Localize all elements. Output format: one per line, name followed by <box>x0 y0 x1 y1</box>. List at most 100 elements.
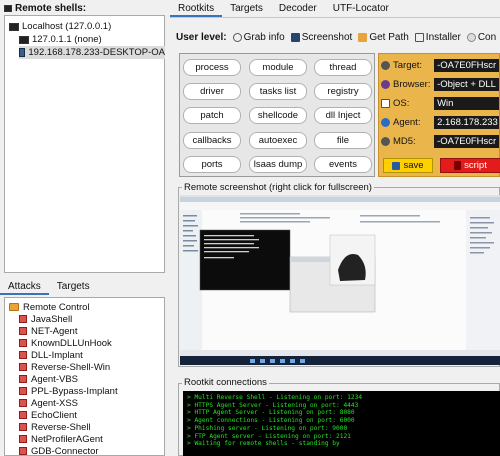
remote-shells-title: Remote shells: <box>4 3 86 14</box>
browser-icon <box>381 79 390 89</box>
target-value: -OA7E0FHscr <box>434 58 499 72</box>
list-item[interactable]: Reverse-Shell <box>19 421 91 433</box>
list-item-root[interactable]: Remote Control <box>9 301 90 313</box>
command-panel: process module thread driver tasks list … <box>179 53 375 177</box>
installer-button[interactable]: Installer <box>414 32 461 43</box>
module-icon <box>19 375 27 383</box>
lsaas-dump-button[interactable]: lsaas dump <box>249 156 307 173</box>
callbacks-button[interactable]: callbacks <box>183 132 241 149</box>
list-item[interactable]: NET-Agent <box>19 325 77 337</box>
info-agent: Agent: 2.168.178.233 <box>381 114 499 130</box>
left-column: Remote shells: Localhost (127.0.0.1) 127… <box>0 0 168 456</box>
driver-button[interactable]: driver <box>183 83 241 100</box>
info-os: OS: Win <box>381 95 499 111</box>
save-button[interactable]: save <box>383 158 433 173</box>
shells-tree[interactable]: Localhost (127.0.0.1) 127.0.1.1 (none) 1… <box>4 15 165 273</box>
screen-icon <box>290 32 300 42</box>
list-item[interactable]: PPL-Bypass-Implant <box>19 385 118 397</box>
monitor-icon <box>4 5 12 12</box>
patch-button[interactable]: patch <box>183 107 241 124</box>
info-browser: Browser: -Object + DLL <box>381 76 499 92</box>
screenshot-button[interactable]: Screenshot <box>290 32 352 43</box>
tab-attacks[interactable]: Attacks <box>0 279 49 295</box>
info-target: Target: -OA7E0FHscr <box>381 57 499 73</box>
agent-icon <box>381 117 390 127</box>
remote-screenshot[interactable] <box>180 195 500 365</box>
target-info-panel: Target: -OA7E0FHscr Browser: -Object + D… <box>378 53 500 177</box>
left-tabs: Attacks Targets <box>0 279 168 295</box>
computer-icon <box>9 22 19 31</box>
file-button[interactable]: file <box>314 132 372 149</box>
module-icon <box>19 399 27 407</box>
tasks-list-button[interactable]: tasks list <box>249 83 307 100</box>
list-item[interactable]: Agent-XSS <box>19 397 78 409</box>
connections-console[interactable]: > Multi Reverse Shell - Listening on por… <box>183 391 500 456</box>
tab-utf-locator[interactable]: UTF-Locator <box>325 0 397 17</box>
user-level-label: User level: <box>176 31 227 43</box>
target-icon <box>381 60 390 70</box>
module-icon <box>19 447 27 455</box>
terminal-icon <box>19 35 29 44</box>
script-button[interactable]: script <box>440 158 500 173</box>
get-path-button[interactable]: Get Path <box>358 32 409 43</box>
console-line: > Phishing server - Listening on port: 9… <box>187 424 348 432</box>
os-value: Win <box>434 96 499 110</box>
remote-desktop-image <box>180 197 500 365</box>
browser-value: -Object + DLL <box>434 77 499 91</box>
md5-icon <box>381 136 390 146</box>
console-line: > Waiting for remote shells - standing b… <box>187 440 340 448</box>
module-icon <box>19 435 27 443</box>
installer-icon <box>414 32 424 42</box>
folder-icon <box>9 303 19 311</box>
tab-decoder[interactable]: Decoder <box>271 0 325 17</box>
script-icon <box>454 161 462 170</box>
list-item[interactable]: JavaShell <box>19 313 72 325</box>
toolbar: User level: Grab info Screenshot Get Pat… <box>176 29 500 45</box>
list-item[interactable]: DLL-Implant <box>19 349 83 361</box>
events-button[interactable]: events <box>314 156 372 173</box>
console-line: > HTTPS Agent Server - Listening on port… <box>187 401 359 409</box>
list-item[interactable]: Agent-VBS <box>19 373 78 385</box>
connect-button[interactable]: Con <box>466 32 496 43</box>
process-button[interactable]: process <box>183 59 241 76</box>
folder-icon <box>358 32 368 42</box>
list-item[interactable]: EchoClient <box>19 409 77 421</box>
tab-targets[interactable]: Targets <box>222 0 271 17</box>
fingerprint-icon <box>232 32 242 42</box>
tree-node-desktop[interactable]: 192.168.178.233-DESKTOP-OA <box>19 46 165 59</box>
dll-inject-button[interactable]: dll Inject <box>314 107 372 124</box>
connections-title: Rootkit connections <box>182 377 269 388</box>
list-item[interactable]: GDB-Connector <box>19 445 99 455</box>
list-item[interactable]: KnownDLLUnHook <box>19 337 112 349</box>
tab-targets-left[interactable]: Targets <box>49 279 98 295</box>
md5-value: -OA7E0FHscr <box>434 134 499 148</box>
module-icon <box>19 339 27 347</box>
desktop-icon <box>19 48 26 57</box>
attacks-list[interactable]: Remote Control JavaShell NET-Agent Known… <box>4 297 165 456</box>
registry-button[interactable]: registry <box>314 83 372 100</box>
agent-value: 2.168.178.233 <box>434 115 499 129</box>
shellcode-button[interactable]: shellcode <box>249 107 307 124</box>
module-icon <box>19 351 27 359</box>
tab-rootkits[interactable]: Rootkits <box>170 0 223 17</box>
tree-node-shell[interactable]: 127.0.1.1 (none) <box>19 33 102 46</box>
console-line: > Agent connections - Listening on port:… <box>187 417 355 425</box>
autoexec-button[interactable]: autoexec <box>249 132 307 149</box>
list-item[interactable]: NetProfilerAGent <box>19 433 103 445</box>
screenshot-title: Remote screenshot (right click for fulls… <box>182 182 374 193</box>
grab-info-button[interactable]: Grab info <box>232 32 285 43</box>
list-item[interactable]: Reverse-Shell-Win <box>19 361 110 373</box>
tree-node-localhost[interactable]: Localhost (127.0.0.1) <box>9 20 111 33</box>
console-line: > FTP Agent server - Listening on port: … <box>187 432 351 440</box>
module-icon <box>19 423 27 431</box>
ports-button[interactable]: ports <box>183 156 241 173</box>
connect-icon <box>466 32 476 42</box>
module-button[interactable]: module <box>249 59 307 76</box>
module-icon <box>19 315 27 323</box>
info-md5: MD5: -OA7E0FHscr <box>381 133 499 149</box>
app-window: Remote shells: Localhost (127.0.0.1) 127… <box>0 0 500 456</box>
os-icon <box>381 98 390 108</box>
module-icon <box>19 411 27 419</box>
thread-button[interactable]: thread <box>314 59 372 76</box>
console-line: > Multi Reverse Shell - Listening on por… <box>187 394 363 401</box>
